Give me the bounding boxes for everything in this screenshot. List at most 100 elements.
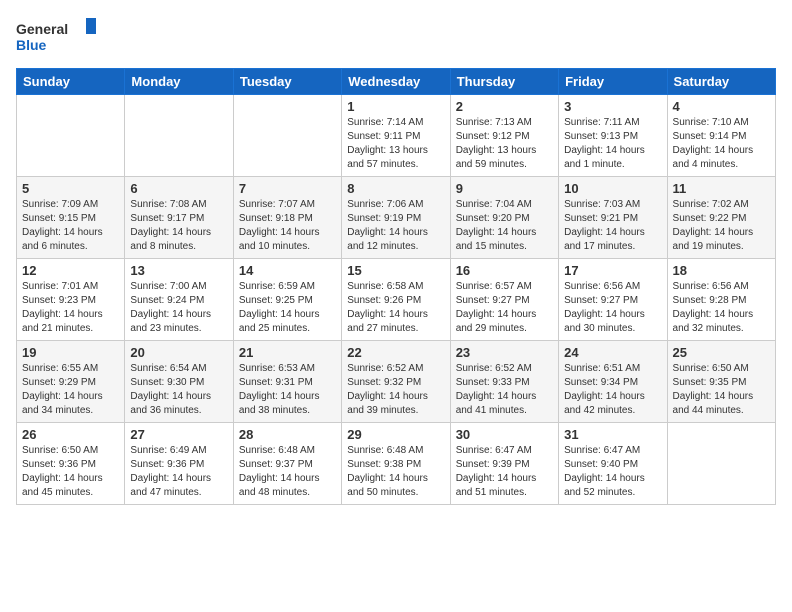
day-number: 22 <box>347 345 444 360</box>
day-number: 8 <box>347 181 444 196</box>
day-info: Sunrise: 6:48 AMSunset: 9:38 PMDaylight:… <box>347 444 444 500</box>
empty-cell <box>667 423 775 505</box>
weekday-sunday: Sunday <box>17 69 125 95</box>
day-cell-18: 18 Sunrise: 6:56 AMSunset: 9:28 PMDayligh… <box>667 259 775 341</box>
day-number: 6 <box>130 181 227 196</box>
page-header: General Blue <box>16 16 776 56</box>
day-info: Sunrise: 6:55 AMSunset: 9:29 PMDaylight:… <box>22 362 119 418</box>
day-number: 10 <box>564 181 661 196</box>
day-cell-5: 5Sunrise: 7:09 AMSunset: 9:15 PMDaylight… <box>17 177 125 259</box>
day-info: Sunrise: 6:54 AMSunset: 9:30 PMDaylight:… <box>130 362 227 418</box>
day-info: Sunrise: 6:50 AMSunset: 9:36 PMDaylight:… <box>22 444 119 500</box>
day-info: Sunrise: 6:51 AMSunset: 9:34 PMDaylight:… <box>564 362 661 418</box>
day-cell-30: 30 Sunrise: 6:47 AMSunset: 9:39 PMDayligh… <box>450 423 558 505</box>
day-cell-21: 21Sunrise: 6:53 AMSunset: 9:31 PMDayligh… <box>233 341 341 423</box>
day-number: 30 <box>456 427 553 442</box>
day-cell-6: 6 Sunrise: 7:08 AMSunset: 9:17 PMDaylight… <box>125 177 233 259</box>
day-cell-19: 19Sunrise: 6:55 AMSunset: 9:29 PMDayligh… <box>17 341 125 423</box>
day-info: Sunrise: 6:57 AMSunset: 9:27 PMDaylight:… <box>456 280 553 336</box>
empty-cell <box>233 95 341 177</box>
day-number: 1 <box>347 99 444 114</box>
day-number: 23 <box>456 345 553 360</box>
day-cell-17: 17 Sunrise: 6:56 AMSunset: 9:27 PMDayligh… <box>559 259 667 341</box>
empty-cell <box>17 95 125 177</box>
day-number: 18 <box>673 263 770 278</box>
weekday-tuesday: Tuesday <box>233 69 341 95</box>
day-cell-16: 16Sunrise: 6:57 AMSunset: 9:27 PMDayligh… <box>450 259 558 341</box>
day-cell-23: 23 Sunrise: 6:52 AMSunset: 9:33 PMDayligh… <box>450 341 558 423</box>
day-number: 28 <box>239 427 336 442</box>
day-info: Sunrise: 6:49 AMSunset: 9:36 PMDaylight:… <box>130 444 227 500</box>
day-number: 2 <box>456 99 553 114</box>
day-info: Sunrise: 7:02 AMSunset: 9:22 PMDaylight:… <box>673 198 770 254</box>
weekday-friday: Friday <box>559 69 667 95</box>
day-info: Sunrise: 6:52 AMSunset: 9:32 PMDaylight:… <box>347 362 444 418</box>
day-number: 4 <box>673 99 770 114</box>
empty-cell <box>125 95 233 177</box>
day-info: Sunrise: 7:08 AMSunset: 9:17 PMDaylight:… <box>130 198 227 254</box>
day-info: Sunrise: 7:14 AMSunset: 9:11 PMDaylight:… <box>347 116 444 172</box>
day-info: Sunrise: 6:50 AMSunset: 9:35 PMDaylight:… <box>673 362 770 418</box>
weekday-saturday: Saturday <box>667 69 775 95</box>
logo: General Blue <box>16 16 96 56</box>
day-info: Sunrise: 6:53 AMSunset: 9:31 PMDaylight:… <box>239 362 336 418</box>
day-number: 3 <box>564 99 661 114</box>
day-number: 11 <box>673 181 770 196</box>
day-info: Sunrise: 6:47 AMSunset: 9:39 PMDaylight:… <box>456 444 553 500</box>
week-row-1: 1 Sunrise: 7:14 AMSunset: 9:11 PMDaylight… <box>17 95 776 177</box>
day-cell-25: 25 Sunrise: 6:50 AMSunset: 9:35 PMDayligh… <box>667 341 775 423</box>
weekday-wednesday: Wednesday <box>342 69 450 95</box>
day-info: Sunrise: 6:56 AMSunset: 9:28 PMDaylight:… <box>673 280 770 336</box>
day-number: 13 <box>130 263 227 278</box>
day-cell-13: 13Sunrise: 7:00 AMSunset: 9:24 PMDayligh… <box>125 259 233 341</box>
day-number: 14 <box>239 263 336 278</box>
day-cell-1: 1 Sunrise: 7:14 AMSunset: 9:11 PMDaylight… <box>342 95 450 177</box>
day-info: Sunrise: 7:13 AMSunset: 9:12 PMDaylight:… <box>456 116 553 172</box>
day-cell-29: 29 Sunrise: 6:48 AMSunset: 9:38 PMDayligh… <box>342 423 450 505</box>
day-info: Sunrise: 7:10 AMSunset: 9:14 PMDaylight:… <box>673 116 770 172</box>
day-cell-2: 2 Sunrise: 7:13 AMSunset: 9:12 PMDaylight… <box>450 95 558 177</box>
day-cell-26: 26 Sunrise: 6:50 AMSunset: 9:36 PMDayligh… <box>17 423 125 505</box>
day-cell-22: 22 Sunrise: 6:52 AMSunset: 9:32 PMDayligh… <box>342 341 450 423</box>
day-number: 20 <box>130 345 227 360</box>
day-cell-3: 3 Sunrise: 7:11 AMSunset: 9:13 PMDaylight… <box>559 95 667 177</box>
day-info: Sunrise: 6:52 AMSunset: 9:33 PMDaylight:… <box>456 362 553 418</box>
day-cell-11: 11 Sunrise: 7:02 AMSunset: 9:22 PMDayligh… <box>667 177 775 259</box>
day-info: Sunrise: 7:01 AMSunset: 9:23 PMDaylight:… <box>22 280 119 336</box>
calendar-table: SundayMondayTuesdayWednesdayThursdayFrid… <box>16 68 776 505</box>
day-cell-14: 14Sunrise: 6:59 AMSunset: 9:25 PMDayligh… <box>233 259 341 341</box>
week-row-4: 19Sunrise: 6:55 AMSunset: 9:29 PMDayligh… <box>17 341 776 423</box>
day-number: 31 <box>564 427 661 442</box>
day-cell-31: 31 Sunrise: 6:47 AMSunset: 9:40 PMDayligh… <box>559 423 667 505</box>
day-info: Sunrise: 7:06 AMSunset: 9:19 PMDaylight:… <box>347 198 444 254</box>
day-info: Sunrise: 7:04 AMSunset: 9:20 PMDaylight:… <box>456 198 553 254</box>
day-cell-4: 4 Sunrise: 7:10 AMSunset: 9:14 PMDaylight… <box>667 95 775 177</box>
day-number: 26 <box>22 427 119 442</box>
day-cell-15: 15 Sunrise: 6:58 AMSunset: 9:26 PMDayligh… <box>342 259 450 341</box>
day-info: Sunrise: 7:03 AMSunset: 9:21 PMDaylight:… <box>564 198 661 254</box>
day-info: Sunrise: 6:56 AMSunset: 9:27 PMDaylight:… <box>564 280 661 336</box>
day-info: Sunrise: 6:47 AMSunset: 9:40 PMDaylight:… <box>564 444 661 500</box>
day-number: 12 <box>22 263 119 278</box>
day-cell-10: 10 Sunrise: 7:03 AMSunset: 9:21 PMDayligh… <box>559 177 667 259</box>
day-info: Sunrise: 7:11 AMSunset: 9:13 PMDaylight:… <box>564 116 661 172</box>
svg-text:General: General <box>16 21 68 37</box>
weekday-monday: Monday <box>125 69 233 95</box>
day-info: Sunrise: 7:09 AMSunset: 9:15 PMDaylight:… <box>22 198 119 254</box>
day-number: 15 <box>347 263 444 278</box>
svg-text:Blue: Blue <box>16 37 47 53</box>
day-cell-27: 27Sunrise: 6:49 AMSunset: 9:36 PMDayligh… <box>125 423 233 505</box>
day-info: Sunrise: 6:58 AMSunset: 9:26 PMDaylight:… <box>347 280 444 336</box>
day-info: Sunrise: 7:07 AMSunset: 9:18 PMDaylight:… <box>239 198 336 254</box>
day-cell-12: 12 Sunrise: 7:01 AMSunset: 9:23 PMDayligh… <box>17 259 125 341</box>
day-number: 17 <box>564 263 661 278</box>
day-number: 24 <box>564 345 661 360</box>
day-info: Sunrise: 6:48 AMSunset: 9:37 PMDaylight:… <box>239 444 336 500</box>
day-number: 7 <box>239 181 336 196</box>
logo-svg: General Blue <box>16 16 96 56</box>
day-cell-7: 7 Sunrise: 7:07 AMSunset: 9:18 PMDaylight… <box>233 177 341 259</box>
week-row-3: 12 Sunrise: 7:01 AMSunset: 9:23 PMDayligh… <box>17 259 776 341</box>
day-number: 25 <box>673 345 770 360</box>
day-number: 29 <box>347 427 444 442</box>
weekday-thursday: Thursday <box>450 69 558 95</box>
